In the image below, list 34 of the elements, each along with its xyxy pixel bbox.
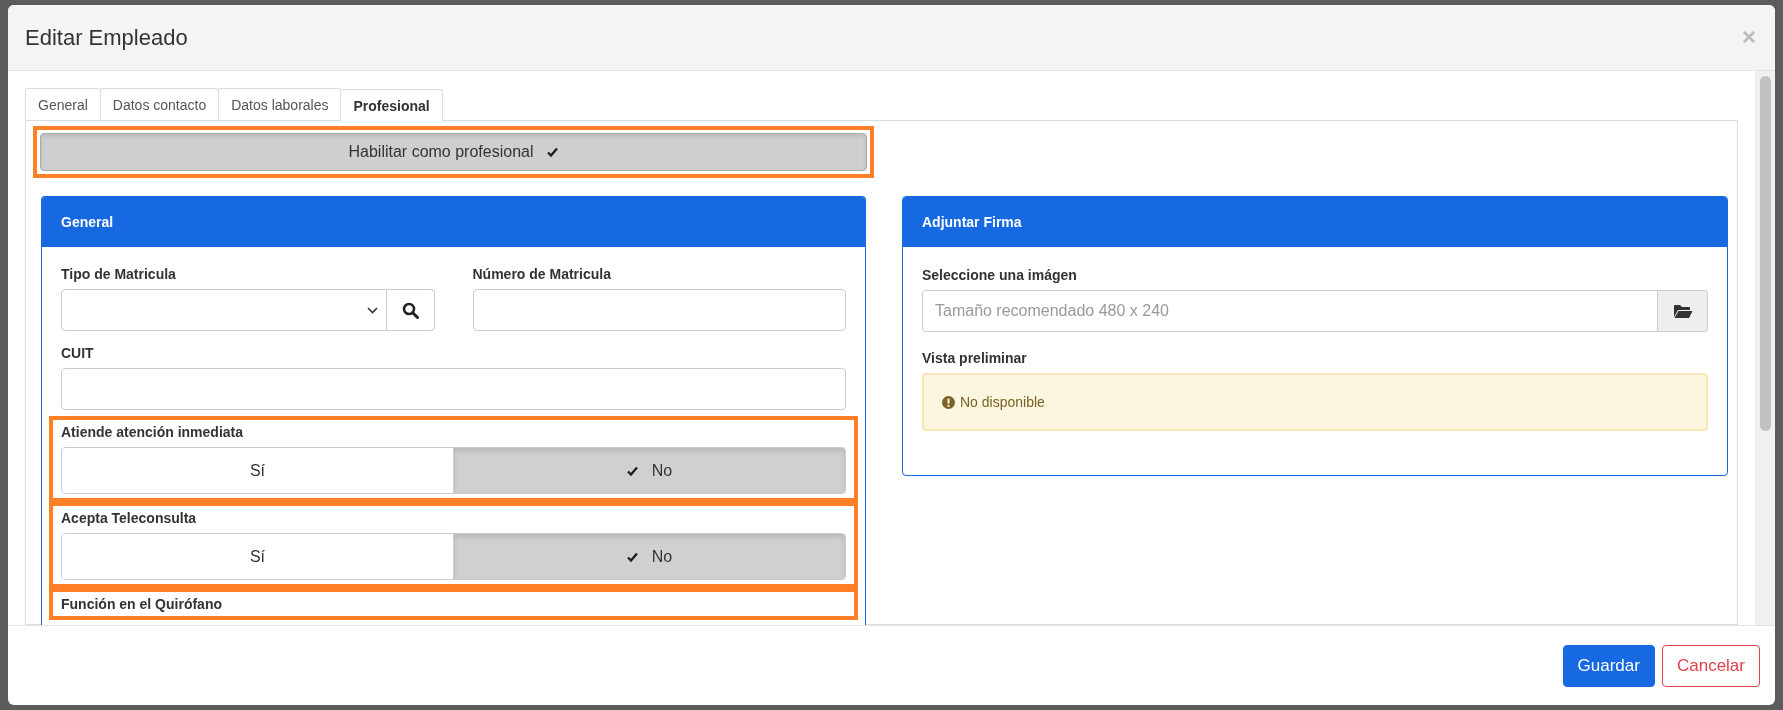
field-label: Acepta Teleconsulta bbox=[61, 510, 198, 526]
window-title: Editar Empleado bbox=[25, 24, 188, 51]
check-icon bbox=[547, 147, 559, 157]
search-icon bbox=[401, 301, 419, 319]
cancel-button[interactable]: Cancelar bbox=[1661, 644, 1760, 687]
save-button[interactable]: Guardar bbox=[1562, 644, 1655, 687]
warning-icon bbox=[942, 395, 955, 409]
field-label: Número de Matricula bbox=[472, 266, 612, 282]
scrollbar-thumb[interactable] bbox=[1759, 76, 1771, 431]
notice-text: No disponible bbox=[960, 394, 1045, 410]
tab[interactable]: Profesional bbox=[340, 89, 443, 121]
search-button[interactable] bbox=[386, 289, 435, 331]
field-label: Seleccione una imágen bbox=[922, 267, 1078, 283]
panel-title: Adjuntar Firma bbox=[903, 197, 1727, 247]
check-icon bbox=[626, 465, 638, 476]
field-label: CUIT bbox=[61, 345, 95, 361]
field-label: Función en el Quirófano bbox=[61, 596, 223, 612]
tab[interactable]: General bbox=[25, 88, 101, 120]
folder-icon bbox=[1672, 303, 1693, 319]
browse-button[interactable] bbox=[1658, 290, 1708, 332]
field-label: Atiende atención inmediata bbox=[61, 424, 245, 440]
select-field[interactable] bbox=[61, 289, 387, 331]
toggle-option[interactable]: No bbox=[453, 534, 845, 579]
field-label: Vista preliminar bbox=[922, 350, 1028, 366]
panel-title: General bbox=[42, 197, 865, 247]
text-field[interactable] bbox=[472, 289, 846, 331]
chevron-down-icon bbox=[366, 306, 378, 314]
enable-toggle-button[interactable]: Habilitar como profesional bbox=[40, 133, 867, 171]
toggle-option[interactable]: No bbox=[453, 448, 845, 493]
scrollbar[interactable] bbox=[1755, 71, 1775, 625]
file-field[interactable]: Tamaño recomendado 480 x 240 bbox=[922, 290, 1658, 332]
field-label: Tipo de Matricula bbox=[61, 266, 177, 282]
text-field[interactable] bbox=[61, 368, 846, 410]
check-icon bbox=[626, 551, 638, 562]
